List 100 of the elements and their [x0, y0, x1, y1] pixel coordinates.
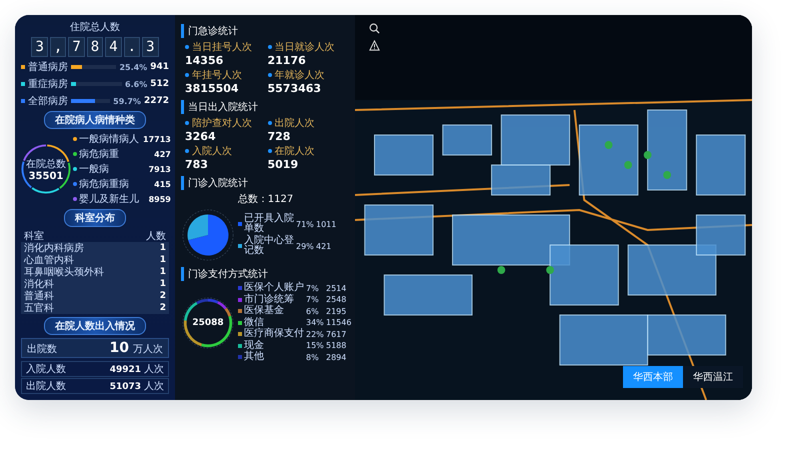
legend-count: 421	[316, 242, 332, 250]
column-header: 科室	[24, 230, 44, 242]
ring-label: 在院总数	[26, 158, 66, 170]
legend-label: 一般病情病人	[79, 132, 139, 146]
stat-label: 在院人次	[274, 144, 314, 158]
stat-label: 入院人次	[192, 144, 232, 158]
table-cell: 1	[160, 255, 166, 265]
counter-digit: 8	[86, 37, 104, 57]
stat-value: 21176	[268, 54, 307, 67]
bar-value: 941	[150, 62, 169, 72]
table-cell-text: 普通科	[24, 290, 54, 302]
table-cell: 1	[160, 267, 166, 277]
legend-percent: 34%	[306, 318, 324, 328]
stat-value: 783	[185, 158, 209, 171]
section-title: 门急诊统计	[181, 24, 350, 38]
counter-title: 住院总人数	[70, 20, 120, 34]
table-cell-text: 消化科	[24, 278, 54, 290]
legend-label: 医疗商保支付	[244, 329, 304, 340]
table-cell: 2	[160, 303, 166, 313]
section-title: 门诊支付方式统计	[181, 267, 350, 281]
stat-label: 当日挂号人次	[192, 40, 252, 54]
legend-label: 其他	[244, 352, 265, 362]
bar-percent: 59.7%	[113, 96, 141, 106]
stat-unit: 人次	[144, 363, 164, 376]
table-cell-text: 心血管内科	[24, 254, 74, 266]
column-header: 人数	[146, 230, 166, 243]
legend-count: 2548	[326, 295, 348, 304]
campus-tab[interactable]: 华西温江	[683, 366, 743, 388]
counter-digit: 3	[142, 37, 159, 57]
stat-value: 14356	[185, 54, 224, 67]
stat-value: 5019	[268, 158, 300, 171]
legend-label: 市门诊统筹	[244, 294, 295, 304]
legend-label: 一般病	[79, 162, 109, 176]
legend-percent: 7%	[306, 284, 320, 293]
stat-unit: 万人次	[133, 343, 163, 356]
stat-value: 49921	[110, 365, 141, 375]
legend-label: 现金	[244, 340, 265, 350]
section-title: 科室分布	[64, 209, 126, 227]
stat-label: 年挂号人次	[192, 68, 242, 82]
legend-label: 婴儿及新生儿	[79, 192, 139, 206]
table-cell-text: 五官科	[24, 302, 54, 315]
legend-percent: 7%	[306, 295, 320, 304]
counter-digit: ,	[50, 37, 66, 57]
ring-value: 35501	[28, 170, 64, 182]
table-cell-text: 耳鼻咽喉头颈外科	[24, 266, 104, 278]
legend-value: 415	[154, 180, 171, 188]
legend-value: 7913	[148, 164, 171, 174]
table-cell-text: 消化内科病房	[24, 242, 84, 254]
section-title: 在院病人病情种类	[44, 111, 146, 129]
stat-label: 入院人数	[26, 362, 66, 376]
bar-percent: 6.6%	[125, 80, 148, 88]
legend-count: 2514	[326, 284, 348, 293]
stat-label: 陪护查对人次	[192, 116, 252, 130]
donut-value: 25088	[192, 318, 224, 328]
legend-value: 8959	[148, 194, 171, 204]
legend-count: 7617	[326, 330, 348, 339]
legend-count: 2894	[326, 352, 348, 362]
legend-percent: 29%	[296, 242, 314, 250]
legend-label: 医保基金	[244, 306, 285, 316]
legend-percent: 8%	[306, 352, 320, 362]
legend-label: 医保个人账户	[244, 283, 304, 294]
legend-label: 微信	[244, 318, 265, 328]
legend-label: 入院中心登记数	[244, 236, 294, 256]
bar-value: 512	[150, 79, 169, 89]
bar-value: 2272	[144, 96, 169, 106]
stat-value: 51073	[110, 382, 141, 392]
counter-digit: 3	[31, 37, 48, 57]
bar-label: 普通病房	[28, 60, 68, 74]
legend-value: 17713	[143, 134, 171, 144]
stat-value: 728	[268, 130, 292, 143]
stat-unit: 人次	[144, 380, 164, 393]
stat-value: 5573463	[268, 82, 322, 95]
legend-percent: 6%	[306, 306, 320, 316]
counter-digit: .	[124, 37, 140, 57]
bar-label: 重症病房	[28, 78, 68, 91]
stat-label: 出院数	[27, 342, 57, 356]
bar-label: 全部病房	[28, 94, 68, 108]
section-title: 在院人数出入情况	[44, 317, 146, 335]
chart-total: 总数：1127	[238, 192, 294, 206]
legend-label: 已开具入院单数	[244, 214, 294, 234]
stat-value: 10	[110, 340, 129, 356]
stat-label: 出院人数	[26, 380, 66, 393]
legend-value: 427	[154, 150, 171, 158]
legend-count: 2195	[326, 306, 348, 316]
legend-label: 病危病重	[79, 148, 119, 161]
legend-count: 11546	[326, 318, 350, 328]
legend-count: 1011	[316, 220, 338, 228]
bar-percent: 25.4%	[119, 62, 148, 72]
legend-label: 病危病重病	[79, 178, 129, 191]
legend-percent: 71%	[296, 220, 314, 228]
stat-label: 出院人次	[274, 116, 314, 130]
table-cell: 2	[160, 291, 166, 301]
legend-count: 5188	[326, 341, 348, 350]
table-cell: 1	[160, 279, 166, 289]
legend-percent: 22%	[306, 330, 324, 339]
stat-value: 3264	[185, 130, 217, 143]
table-cell: 1	[160, 243, 166, 253]
counter-digit: 4	[105, 37, 122, 57]
stat-label: 年就诊人次	[274, 68, 324, 82]
section-title: 门诊入院统计	[181, 176, 350, 190]
